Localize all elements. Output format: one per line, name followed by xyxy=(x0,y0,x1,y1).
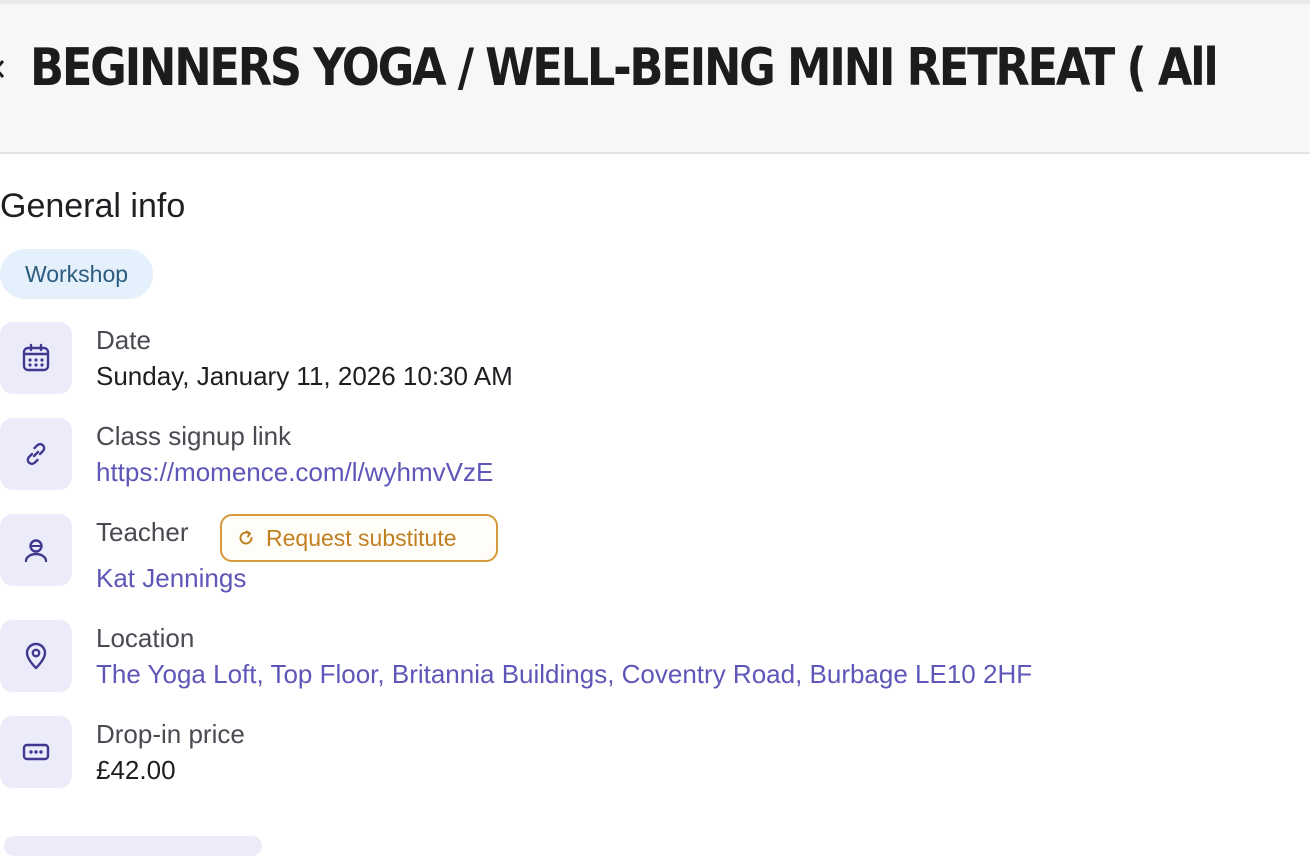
request-substitute-label: Request substitute xyxy=(266,524,457,551)
request-substitute-button[interactable]: Request substitute xyxy=(220,514,498,562)
section-title-general-info: General info xyxy=(0,187,186,225)
user-icon xyxy=(0,514,72,586)
price-value: £42.00 xyxy=(96,755,176,785)
calendar-icon xyxy=(0,322,72,394)
date-value: Sunday, January 11, 2026 10:30 AM xyxy=(96,361,513,391)
class-type-tag: Workshop xyxy=(0,249,153,299)
location-label: Location xyxy=(96,623,195,653)
teacher-row: Teacher Kat Jennings xyxy=(0,514,1300,593)
price-row: Drop-in price £42.00 xyxy=(0,716,1300,788)
next-section-button[interactable] xyxy=(4,836,262,856)
signup-link[interactable]: https://momence.com/l/wyhmvVzE xyxy=(96,456,493,488)
page-header: BEGINNERS YOGA / WELL-BEING MINI RETREAT… xyxy=(0,0,1310,154)
location-row: Location The Yoga Loft, Top Floor, Brita… xyxy=(0,620,1300,692)
date-label: Date xyxy=(96,325,151,355)
link-icon xyxy=(0,418,72,490)
refresh-icon xyxy=(236,528,256,548)
event-title: BEGINNERS YOGA / WELL-BEING MINI RETREAT… xyxy=(30,38,1219,98)
signup-link-label: Class signup link xyxy=(96,421,292,451)
price-label: Drop-in price xyxy=(96,719,245,749)
signup-link-row: Class signup link https://momence.com/l/… xyxy=(0,418,1300,490)
chevron-left-icon[interactable] xyxy=(0,60,4,78)
ticket-icon xyxy=(0,716,72,788)
map-pin-icon xyxy=(0,620,72,692)
teacher-name-link[interactable]: Kat Jennings xyxy=(96,562,246,594)
location-link[interactable]: The Yoga Loft, Top Floor, Britannia Buil… xyxy=(96,658,1032,690)
date-row: Date Sunday, January 11, 2026 10:30 AM xyxy=(0,322,1300,394)
teacher-label: Teacher xyxy=(96,517,189,547)
